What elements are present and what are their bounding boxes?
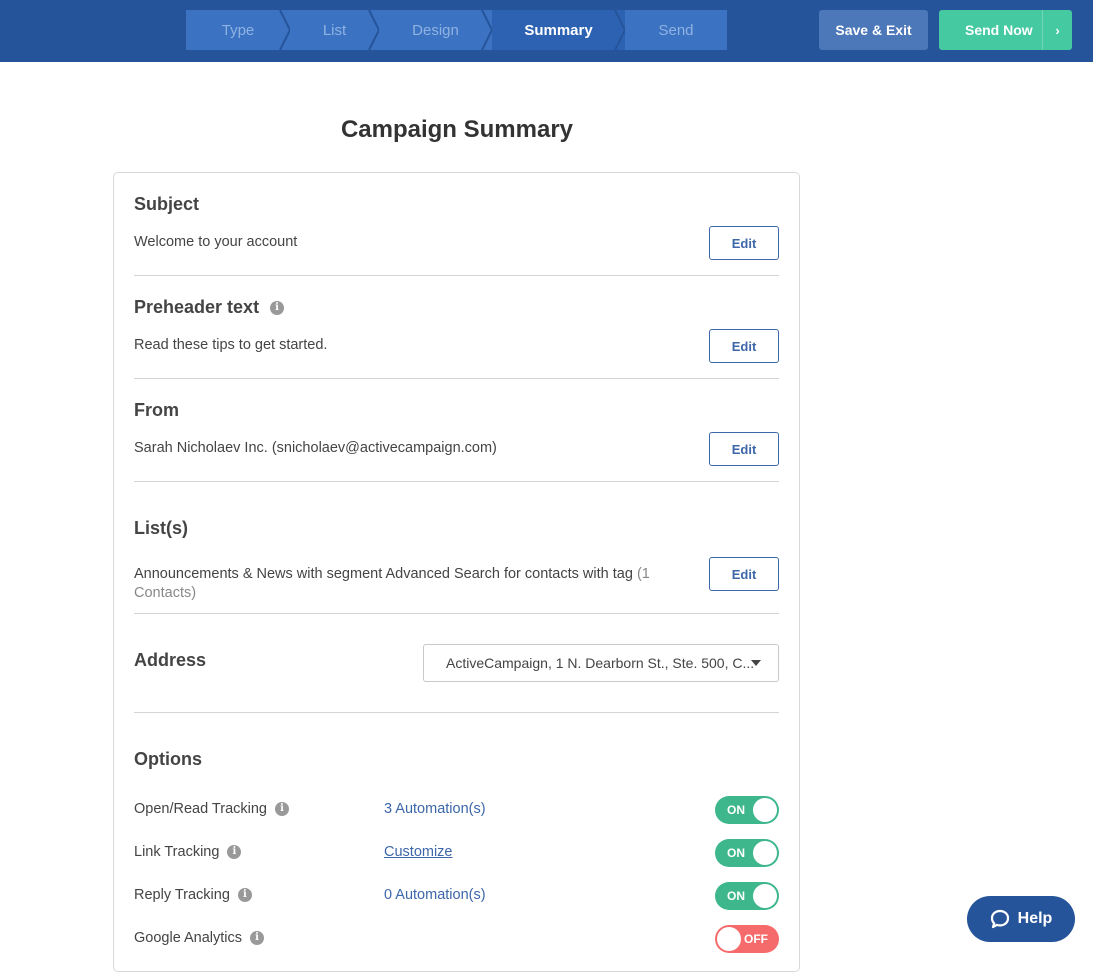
info-icon[interactable]: i <box>237 888 252 902</box>
top-bar: Type List Design Summary Send Save & Exi… <box>0 0 1093 62</box>
open-read-automations-link[interactable]: 3 Automation(s) <box>384 801 486 817</box>
address-selected-value: ActiveCampaign, 1 N. Dearborn St., Ste. … <box>446 655 755 671</box>
step-summary[interactable]: Summary <box>492 10 626 50</box>
option-label: Reply Tracking <box>134 887 230 903</box>
chevron-right-icon: › <box>1042 10 1072 50</box>
link-tracking-customize-link[interactable]: Customize <box>384 844 453 860</box>
option-reply-tracking: Reply Tracking i <box>134 887 252 903</box>
step-label: Design <box>412 21 459 39</box>
toggle-state: ON <box>727 846 745 860</box>
divider <box>134 378 779 379</box>
divider <box>134 275 779 276</box>
send-now-label: Send Now <box>965 22 1033 38</box>
address-select[interactable]: ActiveCampaign, 1 N. Dearborn St., Ste. … <box>423 644 779 682</box>
option-label: Link Tracking <box>134 844 220 860</box>
option-label: Open/Read Tracking <box>134 801 267 817</box>
step-label: Summary <box>524 21 593 39</box>
toggle-knob <box>753 798 777 822</box>
link-tracking-toggle[interactable]: ON <box>715 839 779 867</box>
reply-tracking-toggle[interactable]: ON <box>715 882 779 910</box>
reply-tracking-automations-link[interactable]: 0 Automation(s) <box>384 887 486 903</box>
from-title: From <box>134 400 179 420</box>
options-title: Options <box>134 749 202 769</box>
preheader-value: Read these tips to get started. <box>134 337 328 353</box>
lists-value: Announcements & News with segment Advanc… <box>134 566 674 582</box>
step-list[interactable]: List <box>290 10 380 50</box>
save-exit-button[interactable]: Save & Exit <box>819 10 928 50</box>
subject-title: Subject <box>134 194 200 214</box>
help-label: Help <box>1017 910 1053 927</box>
edit-subject-button[interactable]: Edit <box>709 226 779 260</box>
info-icon[interactable]: i <box>227 845 242 859</box>
open-read-tracking-toggle[interactable]: ON <box>715 796 779 824</box>
page-title: Campaign Summary <box>340 116 574 143</box>
divider <box>134 613 779 614</box>
toggle-knob <box>717 927 741 951</box>
lists-value-text: Announcements & News with segment Advanc… <box>134 566 633 582</box>
info-icon[interactable]: i <box>275 802 289 816</box>
lists-count: (1 <box>636 566 650 582</box>
option-open-read-tracking: Open/Read Tracking i <box>134 801 289 817</box>
lists-title: List(s) <box>134 518 188 538</box>
step-label: List <box>322 21 347 39</box>
toggle-knob <box>753 841 777 865</box>
toggle-state: ON <box>727 803 745 817</box>
option-label: Google Analytics <box>134 930 243 946</box>
toggle-state: OFF <box>744 932 768 946</box>
toggle-knob <box>753 884 777 908</box>
step-send[interactable]: Send <box>625 10 727 50</box>
lists-count-contacts: Contacts) <box>134 585 197 601</box>
step-design[interactable]: Design <box>379 10 493 50</box>
preheader-title-label: Preheader text <box>134 297 260 317</box>
option-google-analytics: Google Analytics i <box>134 930 265 946</box>
caret-down-icon <box>751 660 761 666</box>
toggle-state: ON <box>727 889 745 903</box>
google-analytics-toggle[interactable]: OFF <box>715 925 779 953</box>
step-type[interactable]: Type <box>186 10 291 50</box>
help-button[interactable]: Help <box>967 896 1075 942</box>
step-label: Send <box>658 21 694 39</box>
subject-value: Welcome to your account <box>134 234 298 250</box>
edit-from-button[interactable]: Edit <box>709 432 779 466</box>
info-icon[interactable]: i <box>270 301 285 316</box>
divider <box>134 712 779 713</box>
option-link-tracking: Link Tracking i <box>134 844 242 860</box>
chat-bubble-icon <box>990 909 1009 929</box>
edit-preheader-button[interactable]: Edit <box>709 329 779 363</box>
preheader-title: Preheader text i <box>134 297 285 318</box>
wizard-steps: Type List Design Summary Send <box>186 10 727 50</box>
divider <box>134 481 779 482</box>
send-now-button[interactable]: Send Now › <box>939 10 1072 50</box>
info-icon[interactable]: i <box>250 931 265 945</box>
edit-lists-button[interactable]: Edit <box>709 557 779 591</box>
address-title: Address <box>134 650 207 670</box>
step-label: Type <box>221 21 255 39</box>
from-value: Sarah Nicholaev Inc. (snicholaev@activec… <box>134 440 497 456</box>
